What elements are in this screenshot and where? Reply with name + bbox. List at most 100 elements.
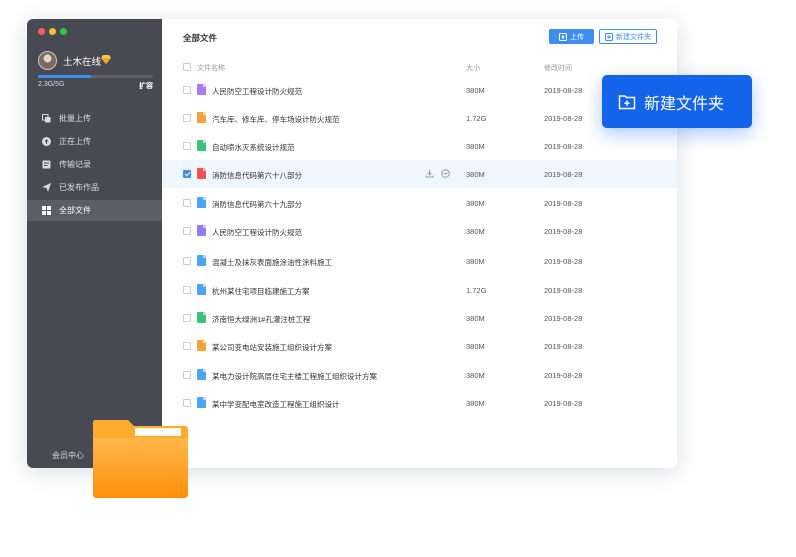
upload-button[interactable]: 上传	[549, 29, 594, 44]
file-size: 380M	[466, 257, 485, 266]
app-window: 土木在线 2.3G/5G 扩容 批量上传 正在上传 传输记录 已发布作品 全部文…	[27, 19, 677, 468]
row-checkbox[interactable]	[183, 142, 191, 150]
select-all-checkbox[interactable]	[183, 63, 191, 71]
file-name[interactable]: 某电力设计院高层住宅主楼工程施工组织设计方案	[212, 371, 377, 382]
avatar[interactable]	[38, 51, 57, 70]
column-header-name[interactable]: 文件名称	[197, 63, 225, 73]
main-content: 全部文件 上传 新建文件夹 文件名称 大小 修改时间 人民防空工程设计防火规范 3…	[162, 19, 677, 468]
close-window-button[interactable]	[38, 28, 45, 35]
sidebar-item-label: 全部文件	[59, 206, 91, 215]
file-size: 380M	[466, 314, 485, 323]
table-row[interactable]: 混凝土及抹灰表面施涂油性涂料施工 380M 2019-08-28	[162, 247, 677, 275]
storage-usage-fill	[38, 75, 91, 78]
row-checkbox[interactable]	[183, 371, 191, 379]
doc-file-icon	[197, 255, 206, 266]
new-folder-icon	[605, 32, 613, 41]
sidebar-item-published-works[interactable]: 已发布作品	[27, 177, 162, 198]
row-checkbox[interactable]	[183, 399, 191, 407]
more-options-icon[interactable]	[441, 169, 450, 178]
file-name[interactable]: 人民防空工程设计防火规范	[212, 227, 302, 238]
row-checkbox[interactable]	[183, 227, 191, 235]
table-row[interactable]: 人民防空工程设计防火规范 380M 2019-08-28	[162, 76, 677, 104]
file-modified-date: 2019-08-28	[544, 257, 583, 266]
sidebar-item-transfer-record[interactable]: 传输记录	[27, 154, 162, 175]
file-modified-date: 2019-08-28	[544, 199, 583, 208]
sidebar-item-batch-upload[interactable]: 批量上传	[27, 108, 162, 129]
username: 土木在线	[63, 57, 102, 68]
row-checkbox[interactable]	[183, 199, 191, 207]
file-name[interactable]: 消防信息代码第六十八部分	[212, 170, 302, 181]
sidebar-item-all-files[interactable]: 全部文件	[27, 200, 162, 221]
sidebar-item-label: 已发布作品	[59, 183, 99, 192]
table-row[interactable]: 消防信息代码第六十八部分 380M 2019-08-28	[162, 160, 677, 188]
table-row[interactable]: 某中学变配电室改造工程施工组织设计 380M 2019-08-28	[162, 389, 677, 417]
new-folder-callout-button[interactable]: 新建文件夹	[602, 75, 752, 128]
folder-illustration-icon	[93, 420, 188, 498]
column-header-size[interactable]: 大小	[466, 63, 480, 73]
file-size: 380M	[466, 86, 485, 95]
table-row[interactable]: 杭州某住宅项目临建施工方案 1.72G 2019-08-28	[162, 276, 677, 304]
file-modified-date: 2019-08-28	[544, 142, 583, 151]
ppt-file-icon	[197, 112, 206, 123]
file-name[interactable]: 自动喷水灭系统设计规范	[212, 142, 295, 153]
file-size: 1.72G	[466, 286, 487, 295]
file-name[interactable]: 混凝土及抹灰表面施涂油性涂料施工	[212, 257, 332, 268]
excel-file-icon	[197, 140, 206, 151]
sidebar-item-uploading[interactable]: 正在上传	[27, 131, 162, 152]
table-row[interactable]: 某电力设计院高层住宅主楼工程施工组织设计方案 380M 2019-08-28	[162, 361, 677, 389]
storage-usage-text: 2.3G/5G	[38, 81, 65, 88]
file-modified-date: 2019-08-28	[544, 114, 583, 123]
file-size: 380M	[466, 199, 485, 208]
file-table-header: 文件名称 大小 修改时间	[162, 58, 677, 76]
row-checkbox[interactable]	[183, 170, 191, 178]
expand-storage-link[interactable]: 扩容	[139, 81, 153, 91]
table-row[interactable]: 人民防空工程设计防火规范 380M 2019-08-28	[162, 217, 677, 245]
new-folder-button-label: 新建文件夹	[616, 33, 651, 41]
sidebar-item-label: 正在上传	[59, 137, 91, 146]
file-modified-date: 2019-08-28	[544, 86, 583, 95]
download-icon[interactable]	[425, 169, 434, 178]
file-size: 380M	[466, 227, 485, 236]
row-checkbox[interactable]	[183, 314, 191, 322]
row-checkbox[interactable]	[183, 114, 191, 122]
new-folder-icon	[618, 94, 636, 109]
table-row[interactable]: 汽车库、修车库、停车场设计防火规范 1.72G 2019-08-28	[162, 104, 677, 132]
file-modified-date: 2019-08-28	[544, 286, 583, 295]
ppt-file-icon	[197, 340, 206, 351]
row-checkbox[interactable]	[183, 257, 191, 265]
file-name[interactable]: 某中学变配电室改造工程施工组织设计	[212, 399, 340, 410]
file-size: 380M	[466, 399, 485, 408]
storage-usage-bar	[38, 75, 153, 78]
file-modified-date: 2019-08-28	[544, 371, 583, 380]
uploading-icon	[42, 137, 51, 146]
file-modified-date: 2019-08-28	[544, 227, 583, 236]
file-name[interactable]: 人民防空工程设计防火规范	[212, 86, 302, 97]
pdf-file-icon	[197, 168, 206, 179]
table-row[interactable]: 消防信息代码第六十九部分 380M 2019-08-28	[162, 189, 677, 217]
word-file-icon	[197, 369, 206, 380]
file-size: 1.72G	[466, 114, 487, 123]
member-center-link[interactable]: 会员中心	[52, 450, 84, 461]
upload-button-label: 上传	[570, 33, 584, 41]
file-size: 380M	[466, 342, 485, 351]
file-modified-date: 2019-08-28	[544, 314, 583, 323]
column-header-modified[interactable]: 修改时间	[544, 63, 572, 73]
minimize-window-button[interactable]	[49, 28, 56, 35]
new-folder-callout-label: 新建文件夹	[644, 95, 725, 113]
table-row[interactable]: 某公司变电站安装施工组织设计方案 380M 2019-08-28	[162, 332, 677, 360]
file-name[interactable]: 汽车库、修车库、停车场设计防火规范	[212, 114, 340, 125]
vip-diamond-icon	[101, 55, 111, 64]
grid-icon	[42, 206, 51, 215]
file-name[interactable]: 杭州某住宅项目临建施工方案	[212, 286, 310, 297]
maximize-window-button[interactable]	[60, 28, 67, 35]
new-folder-button[interactable]: 新建文件夹	[599, 29, 657, 44]
row-checkbox[interactable]	[183, 286, 191, 294]
row-checkbox[interactable]	[183, 342, 191, 350]
file-size: 380M	[466, 142, 485, 151]
row-checkbox[interactable]	[183, 86, 191, 94]
table-row[interactable]: 济南恒大绿洲1#孔灌注桩工程 380M 2019-08-28	[162, 304, 677, 332]
file-name[interactable]: 消防信息代码第六十九部分	[212, 199, 302, 210]
file-name[interactable]: 某公司变电站安装施工组织设计方案	[212, 342, 332, 353]
table-row[interactable]: 自动喷水灭系统设计规范 380M 2019-08-28	[162, 132, 677, 160]
file-name[interactable]: 济南恒大绿洲1#孔灌注桩工程	[212, 314, 310, 325]
